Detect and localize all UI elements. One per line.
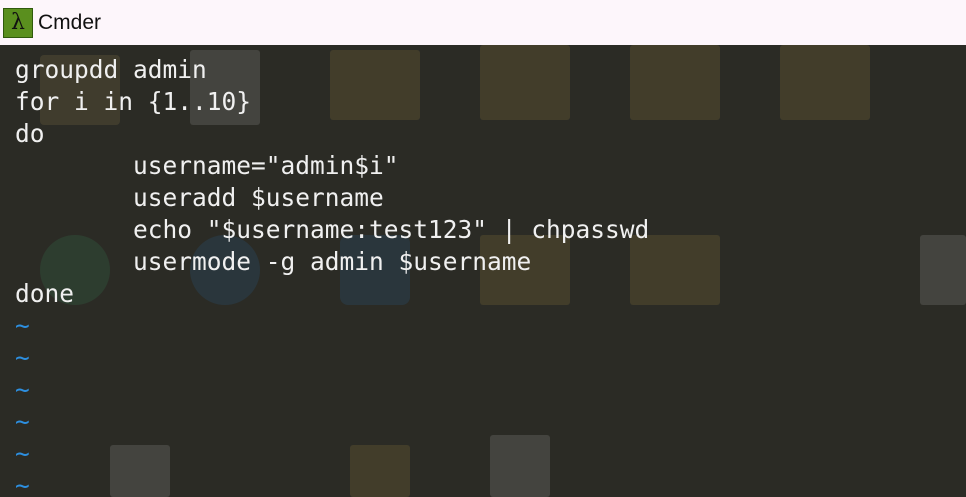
empty-line-tilde: ~ xyxy=(15,343,30,372)
title-bar[interactable]: λ Cmder xyxy=(0,0,966,45)
empty-line-tilde: ~ xyxy=(15,471,30,497)
code-line: groupdd admin xyxy=(15,55,207,84)
empty-line-tilde: ~ xyxy=(15,375,30,404)
cmder-lambda-icon: λ xyxy=(3,7,33,38)
vim-buffer[interactable]: groupdd admin for i in {1..10} do username… xyxy=(15,54,649,497)
code-line: username="admin$i" xyxy=(15,151,399,180)
code-line: do xyxy=(15,119,45,148)
terminal-area[interactable]: groupdd admin for i in {1..10} do username… xyxy=(0,45,966,497)
code-line: echo "$username:test123" | chpasswd xyxy=(15,215,650,244)
window-title: Cmder xyxy=(38,10,102,34)
desktop-ghost-icon xyxy=(920,235,966,305)
empty-line-tilde: ~ xyxy=(15,439,30,468)
code-line: useradd $username xyxy=(15,183,384,212)
desktop-ghost-icon xyxy=(780,45,870,120)
code-line: for i in {1..10} xyxy=(15,87,252,116)
code-line: usermode -g admin $username xyxy=(15,247,532,276)
empty-line-tilde: ~ xyxy=(15,311,30,340)
empty-line-tilde: ~ xyxy=(15,407,30,436)
code-line: done xyxy=(15,279,75,308)
